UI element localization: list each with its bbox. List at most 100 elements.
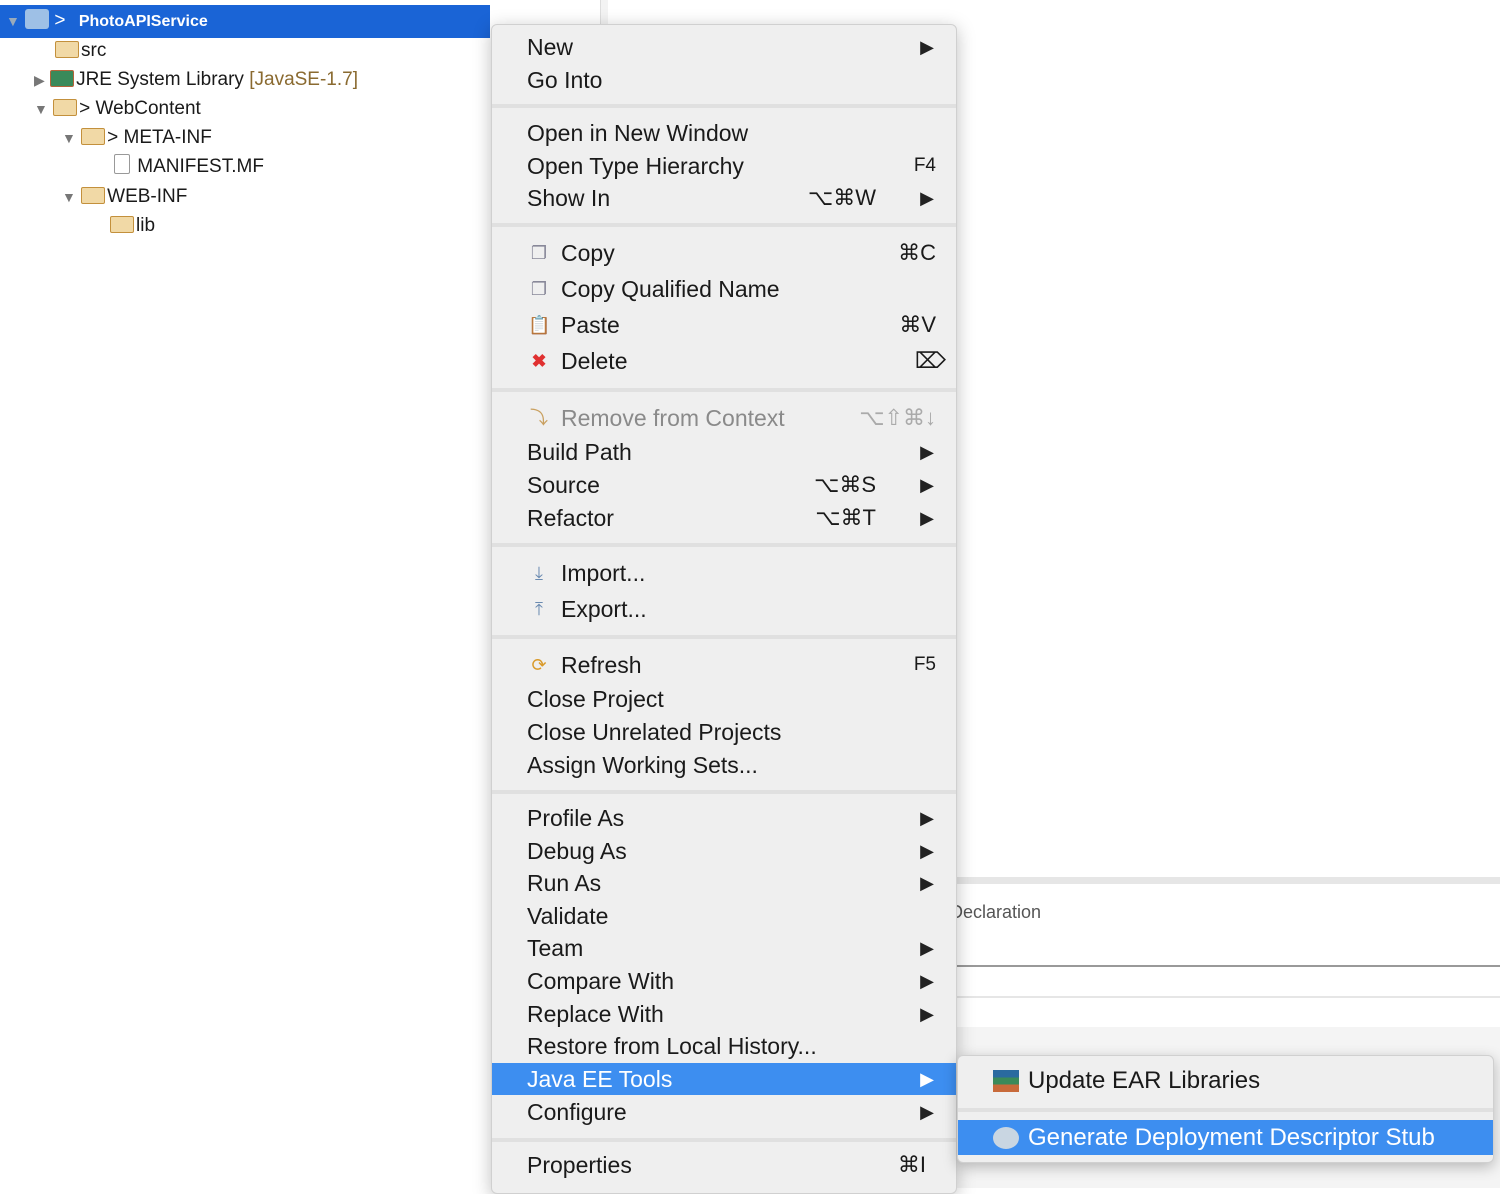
tree-item-meta-inf[interactable]: ▼ > META-INF <box>62 123 212 152</box>
shortcut: ⌘I <box>897 1152 926 1177</box>
menu-item-team[interactable]: Team ▶ <box>492 932 956 964</box>
shortcut: ⌘V <box>899 312 936 337</box>
menu-item-show-in[interactable]: Show In ⌥⌘W ▶ <box>492 182 956 214</box>
expand-triangle-icon[interactable]: ▼ <box>6 13 20 29</box>
collapse-triangle-icon[interactable]: ▼ <box>62 130 76 146</box>
tree-item-manifest[interactable]: MANIFEST.MF <box>114 152 264 181</box>
shortcut: ⌥⌘W <box>807 185 876 210</box>
menu-item-delete[interactable]: ✖ Delete ⌦ <box>492 345 956 377</box>
menu-item-open-new-window[interactable]: Open in New Window <box>492 117 956 149</box>
menu-item-debug-as[interactable]: Debug As ▶ <box>492 835 956 867</box>
item-label: WEB-INF <box>107 186 188 207</box>
library-icon <box>50 70 75 87</box>
label: Remove from Context <box>561 405 785 431</box>
label: Validate <box>527 903 609 929</box>
file-icon <box>114 154 130 174</box>
collapse-triangle-icon[interactable]: ▼ <box>62 189 76 205</box>
label: Java EE Tools <box>527 1066 673 1092</box>
label: Compare With <box>527 968 674 994</box>
expand-triangle-icon[interactable]: ▶ <box>34 72 45 88</box>
tree-item-src[interactable]: src <box>55 36 106 65</box>
menu-item-java-ee-tools[interactable]: Java EE Tools ▶ <box>492 1063 956 1095</box>
separator <box>958 1108 1493 1112</box>
separator <box>492 543 956 547</box>
separator <box>492 223 956 227</box>
label: Open Type Hierarchy <box>527 153 744 179</box>
label: Replace With <box>527 1001 664 1027</box>
submenu-arrow-icon: ▶ <box>920 508 934 528</box>
submenu-arrow-icon: ▶ <box>920 873 934 893</box>
label: Go Into <box>527 67 603 93</box>
menu-item-profile-as[interactable]: Profile As ▶ <box>492 802 956 834</box>
shortcut: ⌥⌘T <box>815 505 876 530</box>
submenu-arrow-icon: ▶ <box>920 37 934 57</box>
library-icon <box>993 1070 1019 1092</box>
menu-item-export[interactable]: ⤒ Export... <box>492 593 956 625</box>
import-icon: ⤓ <box>535 563 543 583</box>
menu-item-import[interactable]: ⤓ Import... <box>492 557 956 589</box>
item-label: src <box>81 40 107 61</box>
shortcut: ⌘C <box>898 240 936 265</box>
shortcut: ⌥⌘S <box>813 472 876 497</box>
menu-item-new[interactable]: New ▶ <box>492 31 956 63</box>
separator <box>492 790 956 794</box>
menu-item-replace-with[interactable]: Replace With ▶ <box>492 998 956 1030</box>
menu-item-close-project[interactable]: Close Project <box>492 683 956 715</box>
shortcut: ⌦ <box>914 348 946 373</box>
tree-item-web-inf[interactable]: ▼ WEB-INF <box>62 182 187 211</box>
label: Close Project <box>527 686 664 712</box>
menu-item-run-as[interactable]: Run As ▶ <box>492 867 956 899</box>
export-icon: ⤒ <box>535 599 543 619</box>
menu-item-paste[interactable]: 📋 Paste ⌘V <box>492 309 956 341</box>
item-label: JRE System Library <box>76 69 244 90</box>
menu-item-update-ear-libraries[interactable]: Update EAR Libraries <box>958 1063 1493 1098</box>
project-name: PhotoAPIService <box>78 13 208 30</box>
label: Properties <box>527 1152 632 1178</box>
deployment-descriptor-icon <box>993 1127 1019 1149</box>
menu-item-refactor[interactable]: Refactor ⌥⌘T ▶ <box>492 502 956 534</box>
menu-item-close-unrelated[interactable]: Close Unrelated Projects <box>492 716 956 748</box>
label: Show In <box>527 185 611 211</box>
label: Export... <box>561 596 647 622</box>
menu-item-assign-working-sets[interactable]: Assign Working Sets... <box>492 749 956 781</box>
submenu-arrow-icon: ▶ <box>920 971 934 991</box>
label: Refresh <box>561 652 642 678</box>
menu-item-properties[interactable]: Properties ⌘I <box>492 1149 956 1181</box>
menu-item-restore-history[interactable]: Restore from Local History... <box>492 1030 956 1062</box>
label: Import... <box>561 560 646 586</box>
divider <box>956 965 1500 967</box>
label: Close Unrelated Projects <box>527 719 782 745</box>
menu-item-refresh[interactable]: ⟳ Refresh F5 <box>492 649 956 681</box>
menu-item-open-type-hierarchy[interactable]: Open Type Hierarchy F4 <box>492 150 956 182</box>
menu-item-go-into[interactable]: Go Into <box>492 64 956 96</box>
shortcut: F4 <box>913 155 936 176</box>
label: Delete <box>561 348 628 374</box>
menu-item-validate[interactable]: Validate <box>492 900 956 932</box>
declaration-tab[interactable]: Declaration <box>950 902 1041 923</box>
tree-item-webcontent[interactable]: ▼ > WebContent <box>34 94 201 123</box>
menu-item-configure[interactable]: Configure ▶ <box>492 1096 956 1128</box>
menu-item-copy-qualified-name[interactable]: ❐ Copy Qualified Name <box>492 273 956 305</box>
label: Refactor <box>527 505 614 531</box>
submenu-arrow-icon: ▶ <box>920 475 934 495</box>
label: Assign Working Sets... <box>527 752 758 778</box>
menu-item-generate-deployment-descriptor-stub[interactable]: Generate Deployment Descriptor Stub <box>958 1120 1493 1155</box>
label: New <box>527 34 574 60</box>
submenu-arrow-icon: ▶ <box>920 808 934 828</box>
item-suffix: [JavaSE-1.7] <box>249 69 358 90</box>
collapse-triangle-icon[interactable]: ▼ <box>34 101 48 117</box>
menu-item-copy[interactable]: ❐ Copy ⌘C <box>492 237 956 269</box>
tree-item-project[interactable]: ▼ > PhotoAPIService <box>6 6 208 35</box>
menu-item-compare-with[interactable]: Compare With ▶ <box>492 965 956 997</box>
folder-icon <box>110 216 134 233</box>
menu-item-build-path[interactable]: Build Path ▶ <box>492 436 956 468</box>
web-project-icon <box>25 9 50 29</box>
tree-item-lib[interactable]: lib <box>110 211 155 240</box>
folder-icon <box>81 128 106 145</box>
copy-qualified-icon: ❐ <box>530 279 548 299</box>
label: Profile As <box>527 805 625 831</box>
delete-icon: ✖ <box>531 351 547 371</box>
label: Configure <box>527 1099 627 1125</box>
menu-item-source[interactable]: Source ⌥⌘S ▶ <box>492 469 956 501</box>
tree-item-jre[interactable]: ▶ JRE System Library [JavaSE-1.7] <box>34 65 358 94</box>
